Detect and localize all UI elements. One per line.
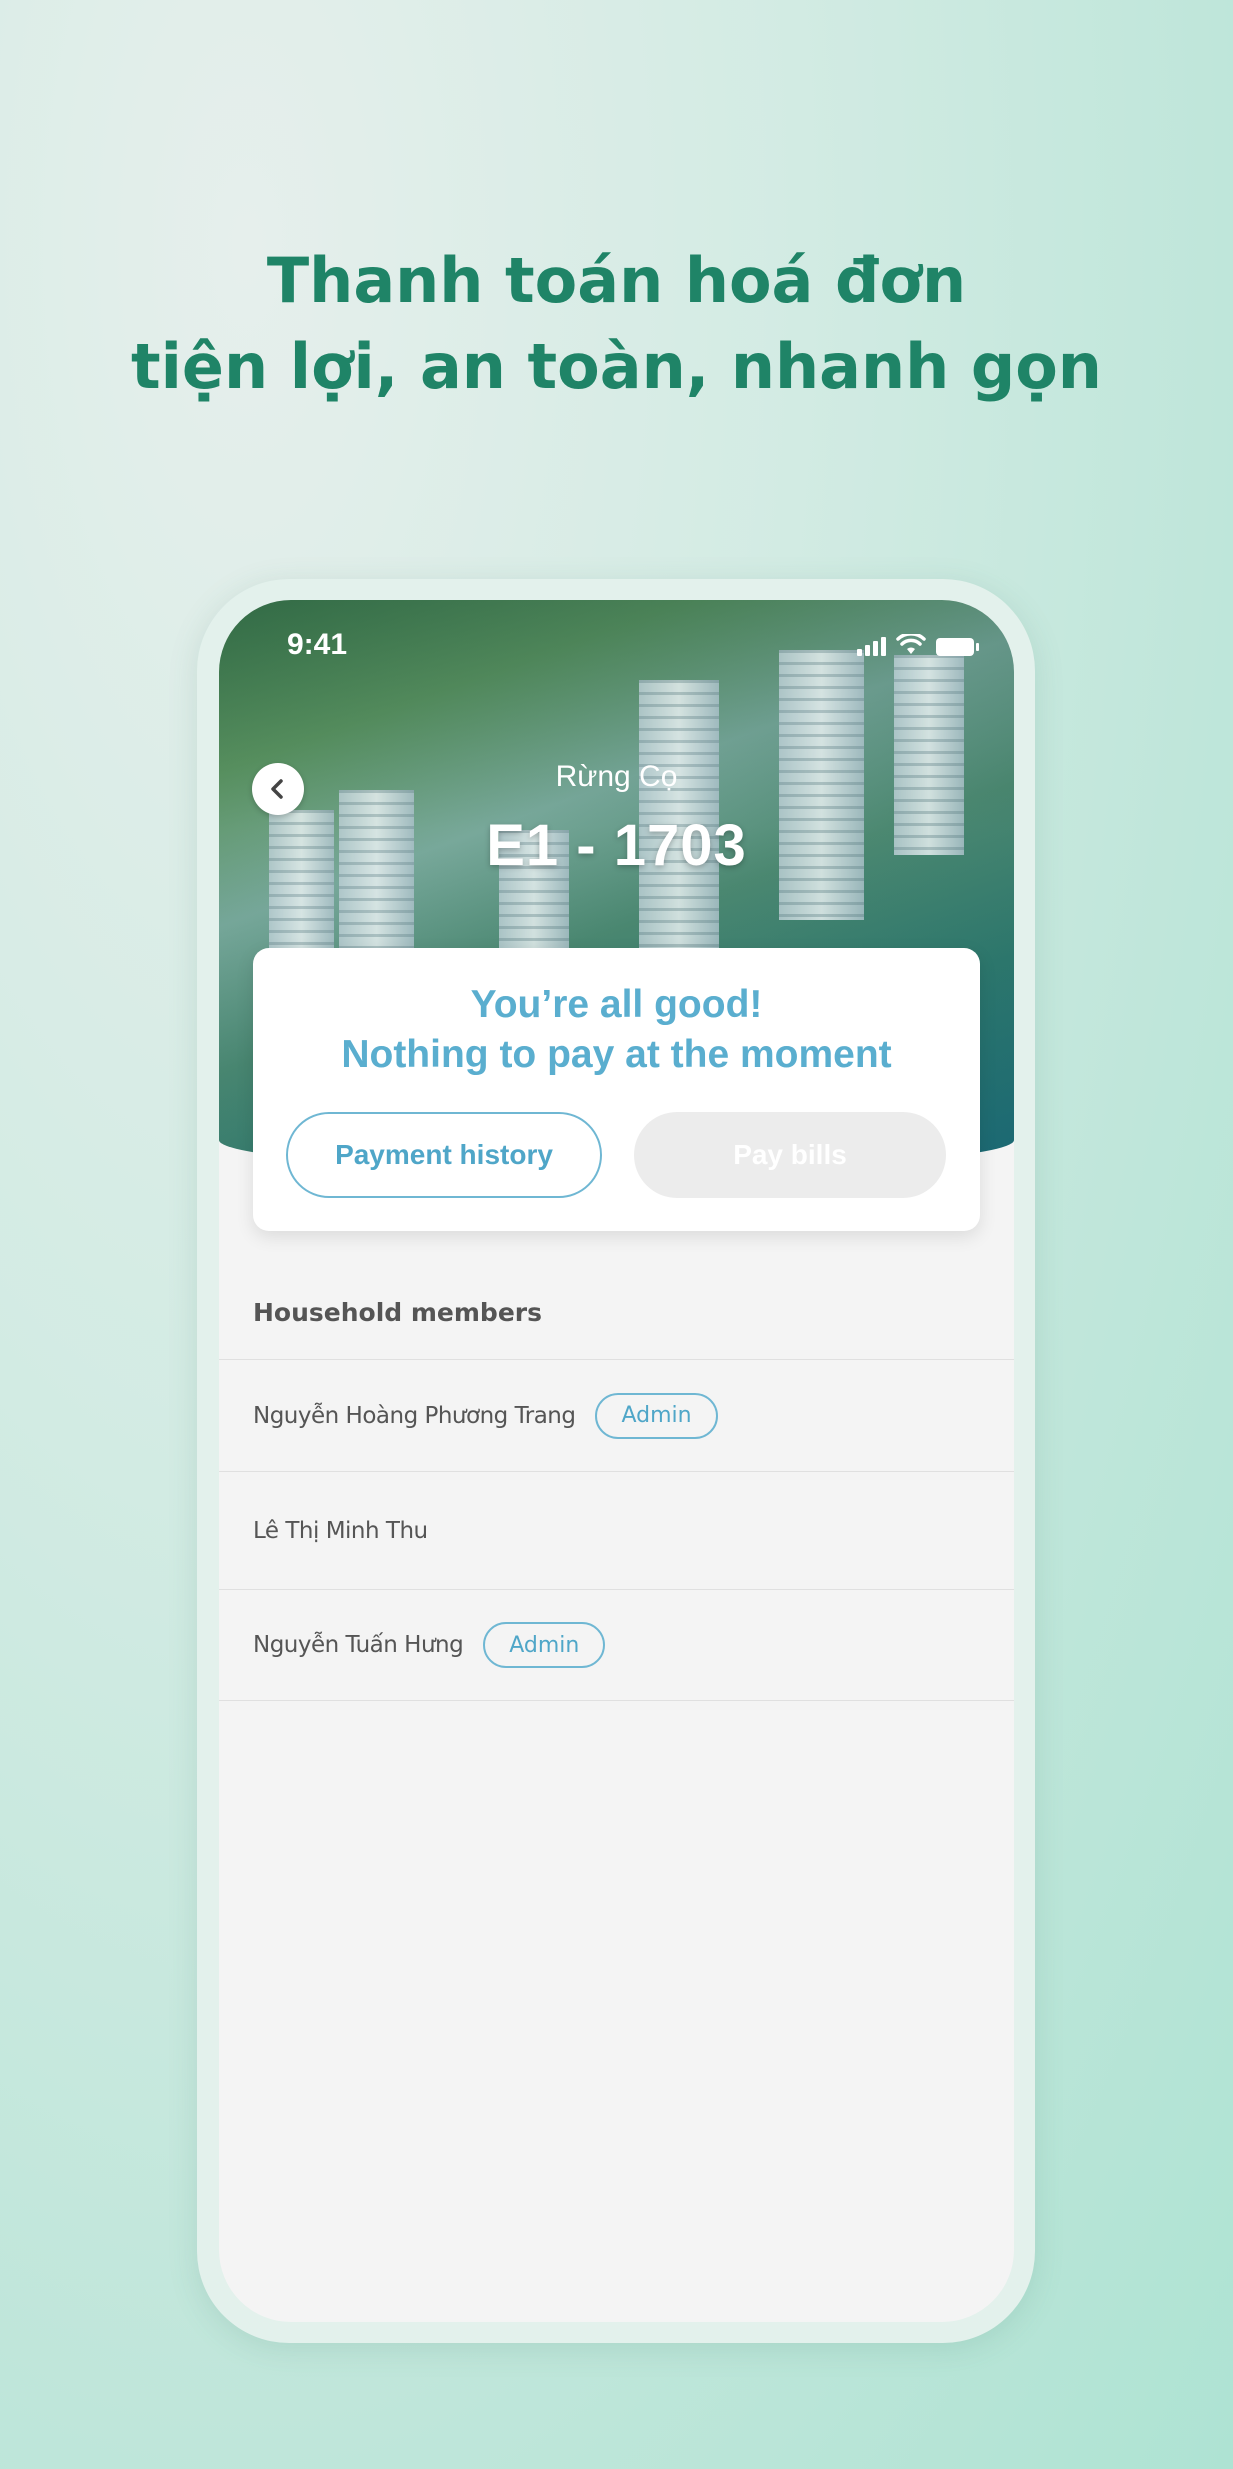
status-time: 9:41 [287, 628, 348, 661]
household-members-title: Household members [253, 1298, 542, 1327]
household-members-list: Nguyễn Hoàng Phương Trang Admin Lê Thị M… [219, 1359, 1014, 1701]
payment-history-button[interactable]: Payment history [286, 1112, 602, 1198]
status-icons [857, 634, 979, 656]
battery-icon [936, 638, 979, 656]
project-name: Rừng Cọ [555, 760, 678, 793]
status-message-line-2: Nothing to pay at the moment [341, 1033, 892, 1076]
payment-status-card: You’re all good! Nothing to pay at the m… [253, 948, 980, 1231]
unit-title: E1 - 1703 [486, 813, 747, 878]
status-message: You’re all good! Nothing to pay at the m… [253, 980, 980, 1080]
member-name: Nguyễn Tuấn Hưng [253, 1632, 464, 1658]
phone-screen: 9:41 Rừng Cọ E1 - 1703 You’re all good! … [219, 600, 1014, 2322]
headline-line-1: Thanh toán hoá đơn [266, 244, 967, 317]
headline: Thanh toán hoá đơn tiện lợi, an toàn, nh… [0, 238, 1233, 410]
status-message-line-1: You’re all good! [470, 983, 763, 1026]
signal-icon [857, 634, 886, 656]
member-row[interactable]: Nguyễn Hoàng Phương Trang Admin [219, 1359, 1014, 1471]
member-name: Lê Thị Minh Thu [253, 1517, 428, 1544]
admin-badge: Admin [483, 1622, 606, 1668]
member-row[interactable]: Nguyễn Tuấn Hưng Admin [219, 1589, 1014, 1701]
admin-badge: Admin [595, 1392, 718, 1439]
status-bar: 9:41 [219, 628, 1014, 668]
member-row[interactable]: Lê Thị Minh Thu [219, 1471, 1014, 1589]
wifi-icon [896, 634, 926, 654]
pay-bills-button[interactable]: Pay bills [634, 1112, 946, 1198]
member-name: Nguyễn Hoàng Phương Trang [253, 1402, 576, 1429]
headline-line-2: tiện lợi, an toàn, nhanh gọn [131, 330, 1102, 403]
